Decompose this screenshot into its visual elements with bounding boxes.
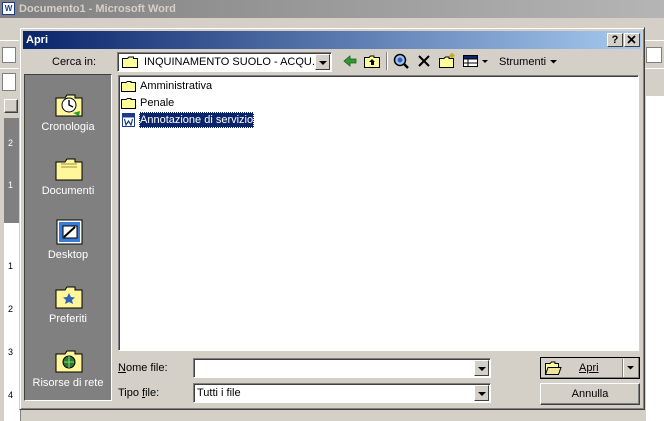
ruler-margin xyxy=(4,118,20,223)
filetype-value: Tutti i file xyxy=(197,387,241,399)
views-icon[interactable] xyxy=(462,52,490,70)
folder-icon xyxy=(122,56,138,68)
close-icon xyxy=(627,35,636,44)
dialog-title: Apri xyxy=(26,34,48,46)
chevron-down-icon[interactable] xyxy=(626,364,635,372)
desktop-icon xyxy=(56,219,83,245)
ruler-number: 4 xyxy=(8,390,14,400)
my-documents-icon xyxy=(55,158,83,181)
word-window-title: Documento1 - Microsoft Word xyxy=(19,3,176,15)
delete-icon[interactable] xyxy=(416,52,432,70)
open-button[interactable]: Apri xyxy=(540,357,640,379)
chevron-down-icon[interactable] xyxy=(474,360,489,376)
tab-selector[interactable] xyxy=(4,99,18,113)
cancel-label: Annulla xyxy=(571,388,609,400)
folder-icon xyxy=(121,98,136,109)
place-label: Risorse di rete xyxy=(32,377,104,389)
close-button[interactable] xyxy=(624,33,640,47)
word-document-icon xyxy=(122,113,135,127)
chevron-down-icon[interactable] xyxy=(315,54,330,70)
search-web-icon[interactable] xyxy=(392,52,410,70)
ruler-number: 3 xyxy=(8,347,14,357)
ruler-number: 2 xyxy=(8,304,14,314)
file-name: Annotazione di servizio xyxy=(139,112,255,128)
places-bar: Cronologia Documenti Desktop Preferiti R… xyxy=(24,74,112,401)
place-network[interactable]: Risorse di rete xyxy=(25,345,111,407)
look-in-label: Cerca in: xyxy=(52,56,97,68)
word-document-area xyxy=(646,116,664,421)
file-list[interactable]: Amministrativa Penale Annotazione di ser… xyxy=(118,75,639,351)
network-places-icon xyxy=(55,350,83,373)
cancel-button[interactable]: Annulla xyxy=(540,383,640,405)
ruler-number: 1 xyxy=(8,180,14,190)
filetype-dropdown[interactable]: Tutti i file xyxy=(193,383,491,403)
chevron-down-icon[interactable] xyxy=(474,385,489,401)
filename-label: Nome file: xyxy=(118,362,168,374)
split-separator xyxy=(622,359,624,377)
place-history[interactable]: Cronologia xyxy=(25,89,111,151)
favorites-icon xyxy=(55,286,83,309)
filetype-label: Tipo file: xyxy=(118,387,160,399)
history-icon xyxy=(55,94,83,117)
tools-menu[interactable]: Strumenti xyxy=(499,55,558,69)
word-title-bar: W Documento1 - Microsoft Word xyxy=(0,0,664,18)
place-desktop[interactable]: Desktop xyxy=(25,217,111,279)
ruler-end xyxy=(646,96,664,116)
word-app-icon[interactable]: W xyxy=(2,2,15,15)
place-label: Documenti xyxy=(41,185,95,197)
word-toolbar-stub xyxy=(646,47,662,63)
toolbar-separator xyxy=(386,52,388,70)
place-label: Cronologia xyxy=(41,121,95,133)
place-documents[interactable]: Documenti xyxy=(25,153,111,215)
look-in-dropdown[interactable]: INQUINAMENTO SUOLO - ACQU... xyxy=(117,52,332,72)
filename-field[interactable] xyxy=(193,358,491,378)
open-folder-icon xyxy=(544,361,562,375)
word-style-box-stub xyxy=(2,73,16,91)
filename-input[interactable] xyxy=(196,360,466,375)
open-label: Apri xyxy=(579,362,599,374)
chevron-down-icon xyxy=(550,60,558,64)
file-name: Penale xyxy=(140,97,175,109)
tools-label: Strumenti xyxy=(499,56,547,68)
open-dialog: Apri ? Cerca in: INQUINAMENTO SUOLO - AC… xyxy=(19,27,645,410)
help-button[interactable]: ? xyxy=(607,33,623,47)
dialog-title-bar: Apri ? xyxy=(23,31,641,49)
new-folder-icon[interactable] xyxy=(438,52,456,70)
file-name: Amministrativa xyxy=(140,80,213,92)
word-toolbar-stub xyxy=(2,47,16,63)
place-favorites[interactable]: Preferiti xyxy=(25,281,111,343)
ruler-number: 1 xyxy=(8,261,14,271)
back-arrow-icon[interactable] xyxy=(342,52,358,70)
ruler-number: 2 xyxy=(8,138,14,148)
folder-icon xyxy=(121,81,136,92)
look-in-value: INQUINAMENTO SUOLO - ACQU... xyxy=(144,56,322,68)
place-label: Preferiti xyxy=(49,313,87,325)
place-label: Desktop xyxy=(47,249,89,261)
up-one-level-icon[interactable] xyxy=(363,52,381,70)
